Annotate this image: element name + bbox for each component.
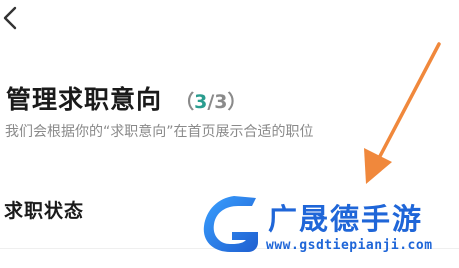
watermark-name: 广晟德手游: [268, 202, 424, 236]
watermark: 广晟德手游 www.gsdtiepianji.com: [198, 190, 458, 264]
watermark-logo-icon: [203, 196, 258, 252]
count-total: /3）: [207, 91, 247, 113]
page-subtitle: 我们会根据你的“求职意向”在首页展示合适的职位: [5, 124, 314, 140]
intent-count: （3/3）: [175, 91, 246, 113]
watermark-url: www.gsdtiepianji.com: [266, 238, 433, 253]
count-current: 3: [194, 91, 208, 113]
job-status-item[interactable]: 求职状态: [4, 196, 84, 223]
page-title: 管理求职意向: [6, 85, 163, 114]
title-row: 管理求职意向 （3/3）: [6, 80, 247, 116]
page: 管理求职意向 （3/3） 我们会根据你的“求职意向”在首页展示合适的职位 求职状…: [0, 0, 459, 268]
chevron-left-icon: [3, 6, 17, 30]
back-button[interactable]: [0, 4, 24, 32]
count-open: （: [175, 91, 195, 113]
